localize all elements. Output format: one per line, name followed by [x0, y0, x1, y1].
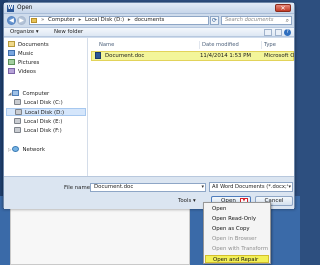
network-icon	[12, 146, 20, 152]
file-name-label: File name:	[64, 185, 92, 191]
chevron-down-icon[interactable]: ▾	[201, 184, 204, 191]
views-icon[interactable]	[264, 29, 272, 36]
navigation-pane: Documents Music Pictures Videos ◢ Compute…	[4, 38, 88, 176]
folder-icon	[31, 18, 37, 23]
search-icon: ⌕	[285, 17, 289, 24]
forward-button[interactable]: ▶	[17, 16, 26, 25]
column-headers: Name Date modified Type	[89, 41, 294, 49]
file-name-input[interactable]: Document.doc ▾	[90, 183, 206, 192]
nav-item-local-disk-e[interactable]: Local Disk (E:)	[14, 118, 62, 126]
word-app-icon: W	[7, 5, 14, 12]
computer-icon	[12, 90, 20, 96]
chevron-down-icon[interactable]: ▾	[288, 183, 291, 191]
new-folder-button[interactable]: New folder	[54, 29, 83, 36]
disk-icon	[14, 99, 21, 105]
expand-arrow-icon[interactable]: ▷	[8, 148, 11, 153]
nav-item-documents[interactable]: Documents	[8, 41, 49, 49]
file-type: Microsoft Office	[264, 53, 294, 59]
disk-icon	[14, 127, 21, 133]
organize-button[interactable]: Organize ▾	[10, 29, 39, 36]
nav-item-local-disk-d[interactable]: Local Disk (D:)	[6, 108, 86, 116]
title-bar: W Open ✕	[4, 3, 294, 14]
breadcrumb-documents[interactable]: documents	[134, 17, 164, 23]
breadcrumb-local-disk-d[interactable]: Local Disk (D:)	[85, 17, 124, 23]
videos-library-icon	[8, 68, 15, 74]
help-icon[interactable]: ?	[284, 29, 291, 36]
nav-item-videos[interactable]: Videos	[8, 68, 36, 76]
dialog-title: Open	[17, 5, 33, 11]
menu-item-open-read-only[interactable]: Open Read-Only	[205, 215, 269, 223]
close-button[interactable]: ✕	[275, 4, 291, 12]
open-dialog: W Open ✕ ◀ ▶ » Computer ▸ Local Disk (D:…	[3, 2, 295, 209]
menu-item-open[interactable]: Open	[205, 205, 269, 213]
file-name: Document.doc	[105, 53, 145, 59]
chevron-right-icon: ▸	[78, 17, 82, 23]
file-name-value: Document.doc	[94, 184, 134, 190]
chevron-right-icon: »	[41, 17, 45, 23]
disk-icon	[15, 109, 22, 115]
nav-item-local-disk-c[interactable]: Local Disk (C:)	[14, 99, 63, 107]
nav-item-network[interactable]: ▷ Network	[8, 146, 45, 154]
nav-item-pictures[interactable]: Pictures	[8, 59, 39, 67]
music-library-icon	[8, 50, 15, 56]
file-type-select[interactable]: All Word Documents (*.docx;*. ▾	[209, 182, 293, 192]
menu-item-open-as-copy[interactable]: Open as Copy	[205, 225, 269, 233]
file-row[interactable]: Document.doc 11/4/2014 1:53 PM Microsoft…	[91, 51, 294, 61]
breadcrumb-computer[interactable]: Computer	[48, 17, 75, 23]
column-header-type[interactable]: Type	[261, 41, 276, 49]
address-bar[interactable]: » Computer ▸ Local Disk (D:) ▸ documents	[29, 16, 209, 25]
word-document-page	[10, 206, 190, 265]
word-document-icon	[95, 52, 101, 59]
chevron-right-icon: ▸	[127, 17, 131, 23]
menu-item-open-in-browser: Open in Browser	[212, 236, 257, 242]
expand-arrow-icon[interactable]: ◢	[8, 92, 11, 97]
disk-icon	[14, 118, 21, 124]
nav-item-local-disk-f[interactable]: Local Disk (F:)	[14, 127, 62, 135]
search-placeholder: Search documents	[225, 17, 274, 23]
file-date: 11/4/2014 1:53 PM	[200, 53, 252, 59]
back-button[interactable]: ◀	[7, 16, 16, 25]
menu-item-open-and-repair[interactable]: Open and Repair	[205, 255, 269, 263]
column-header-name[interactable]: Name	[97, 41, 114, 49]
preview-pane-icon[interactable]	[275, 29, 282, 36]
tools-menu-button[interactable]: Tools ▾	[178, 198, 196, 204]
content-area: Documents Music Pictures Videos ◢ Compute…	[4, 38, 294, 176]
address-bar-row: ◀ ▶ » Computer ▸ Local Disk (D:) ▸ docum…	[4, 14, 294, 26]
nav-item-music[interactable]: Music	[8, 50, 33, 58]
command-toolbar: Organize ▾ New folder ?	[4, 27, 294, 37]
nav-item-computer[interactable]: ◢ Computer	[8, 90, 49, 98]
file-type-value: All Word Documents (*.docx;*.	[212, 184, 291, 190]
file-list-pane: Name Date modified Type Document.doc 11/…	[89, 38, 294, 176]
documents-library-icon	[8, 41, 15, 47]
search-input[interactable]: Search documents ⌕	[221, 16, 292, 25]
menu-item-open-with-transform: Open with Transform	[212, 246, 269, 252]
column-header-date-modified[interactable]: Date modified	[199, 41, 239, 49]
open-options-menu: Open Open Read-Only Open as Copy Open in…	[203, 202, 271, 264]
refresh-button[interactable]: ⟳	[210, 16, 219, 25]
pictures-library-icon	[8, 59, 15, 65]
